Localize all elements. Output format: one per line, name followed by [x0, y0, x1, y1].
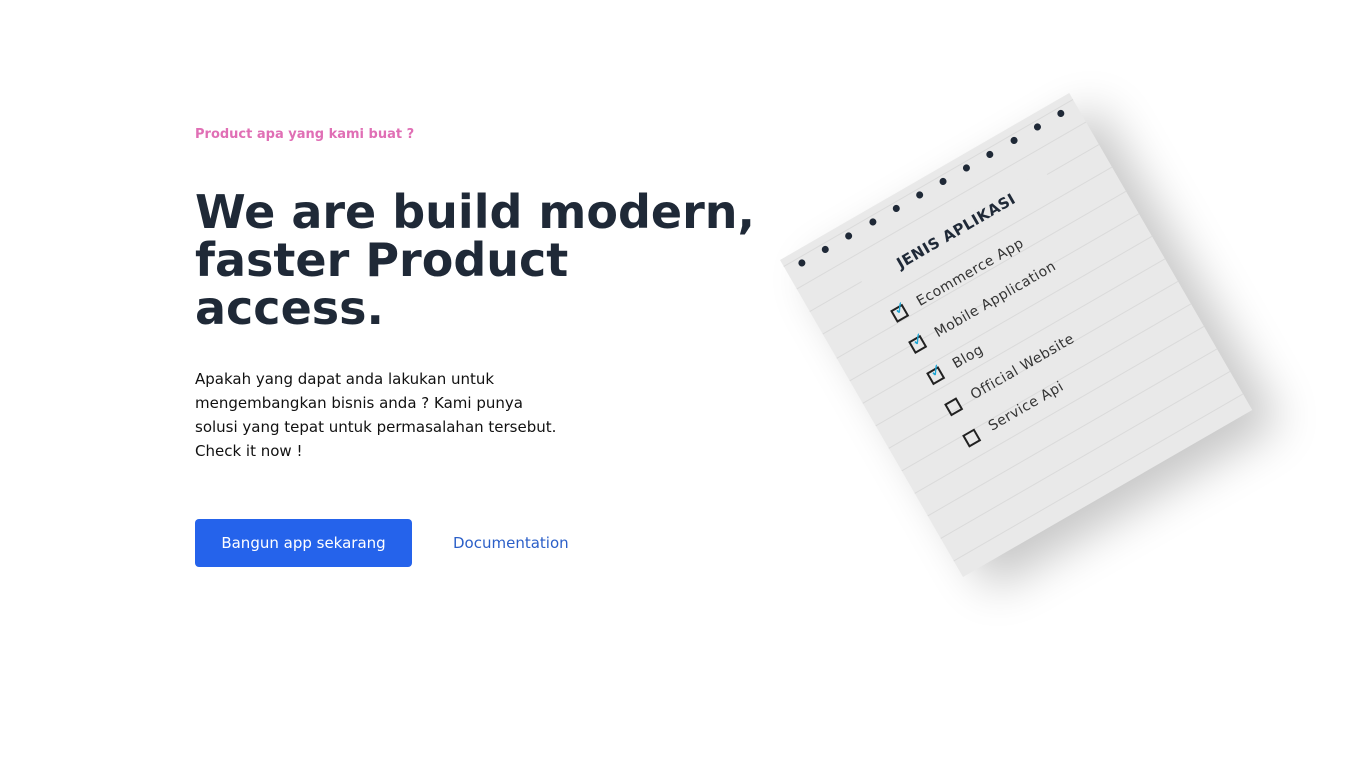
binding-hole — [891, 203, 901, 214]
checkmark-icon: ✓ — [889, 296, 911, 320]
checkmark-icon: ✓ — [925, 358, 947, 382]
checklist-item-label: Blog — [949, 341, 987, 373]
headline-line-3: access. — [195, 281, 385, 335]
hero-description: Apakah yang dapat anda lakukan untuk men… — [195, 370, 557, 460]
hero-headline: We are build modern, faster Product acce… — [195, 188, 755, 332]
headline-line-1: We are build modern, — [195, 185, 755, 239]
checkbox-icon: ✓ — [925, 359, 946, 386]
headline-line-2: faster Product — [195, 233, 569, 287]
binding-hole — [914, 190, 925, 200]
binding-hole — [938, 176, 948, 187]
binding-hole — [1032, 122, 1043, 132]
binding-hole — [1055, 108, 1066, 119]
documentation-link[interactable]: Documentation — [453, 534, 569, 552]
binding-hole — [1008, 135, 1019, 146]
checkbox-icon: ✓ — [907, 328, 928, 355]
binding-hole — [820, 244, 831, 255]
checkbox-icon: ✓ — [889, 296, 910, 323]
notepad-illustration: JENIS APLIKASI ✓ Ecommerce App ✓ Mobile … — [742, 93, 1253, 670]
landing-page: Product apa yang kami buat ? We are buil… — [0, 0, 1366, 768]
checkmark-icon: ✓ — [907, 327, 929, 351]
binding-hole — [985, 149, 995, 160]
binding-hole — [844, 230, 854, 241]
notepad: JENIS APLIKASI ✓ Ecommerce App ✓ Mobile … — [780, 93, 1253, 577]
checkbox-icon — [962, 428, 982, 448]
binding-hole — [797, 258, 807, 268]
hero-eyebrow: Product apa yang kami buat ? — [195, 127, 415, 142]
binding-hole — [867, 217, 878, 227]
checkbox-icon — [944, 397, 964, 417]
binding-hole — [961, 163, 972, 173]
cta-row: Bangun app sekarang Documentation — [195, 519, 569, 567]
build-app-button[interactable]: Bangun app sekarang — [195, 519, 412, 567]
